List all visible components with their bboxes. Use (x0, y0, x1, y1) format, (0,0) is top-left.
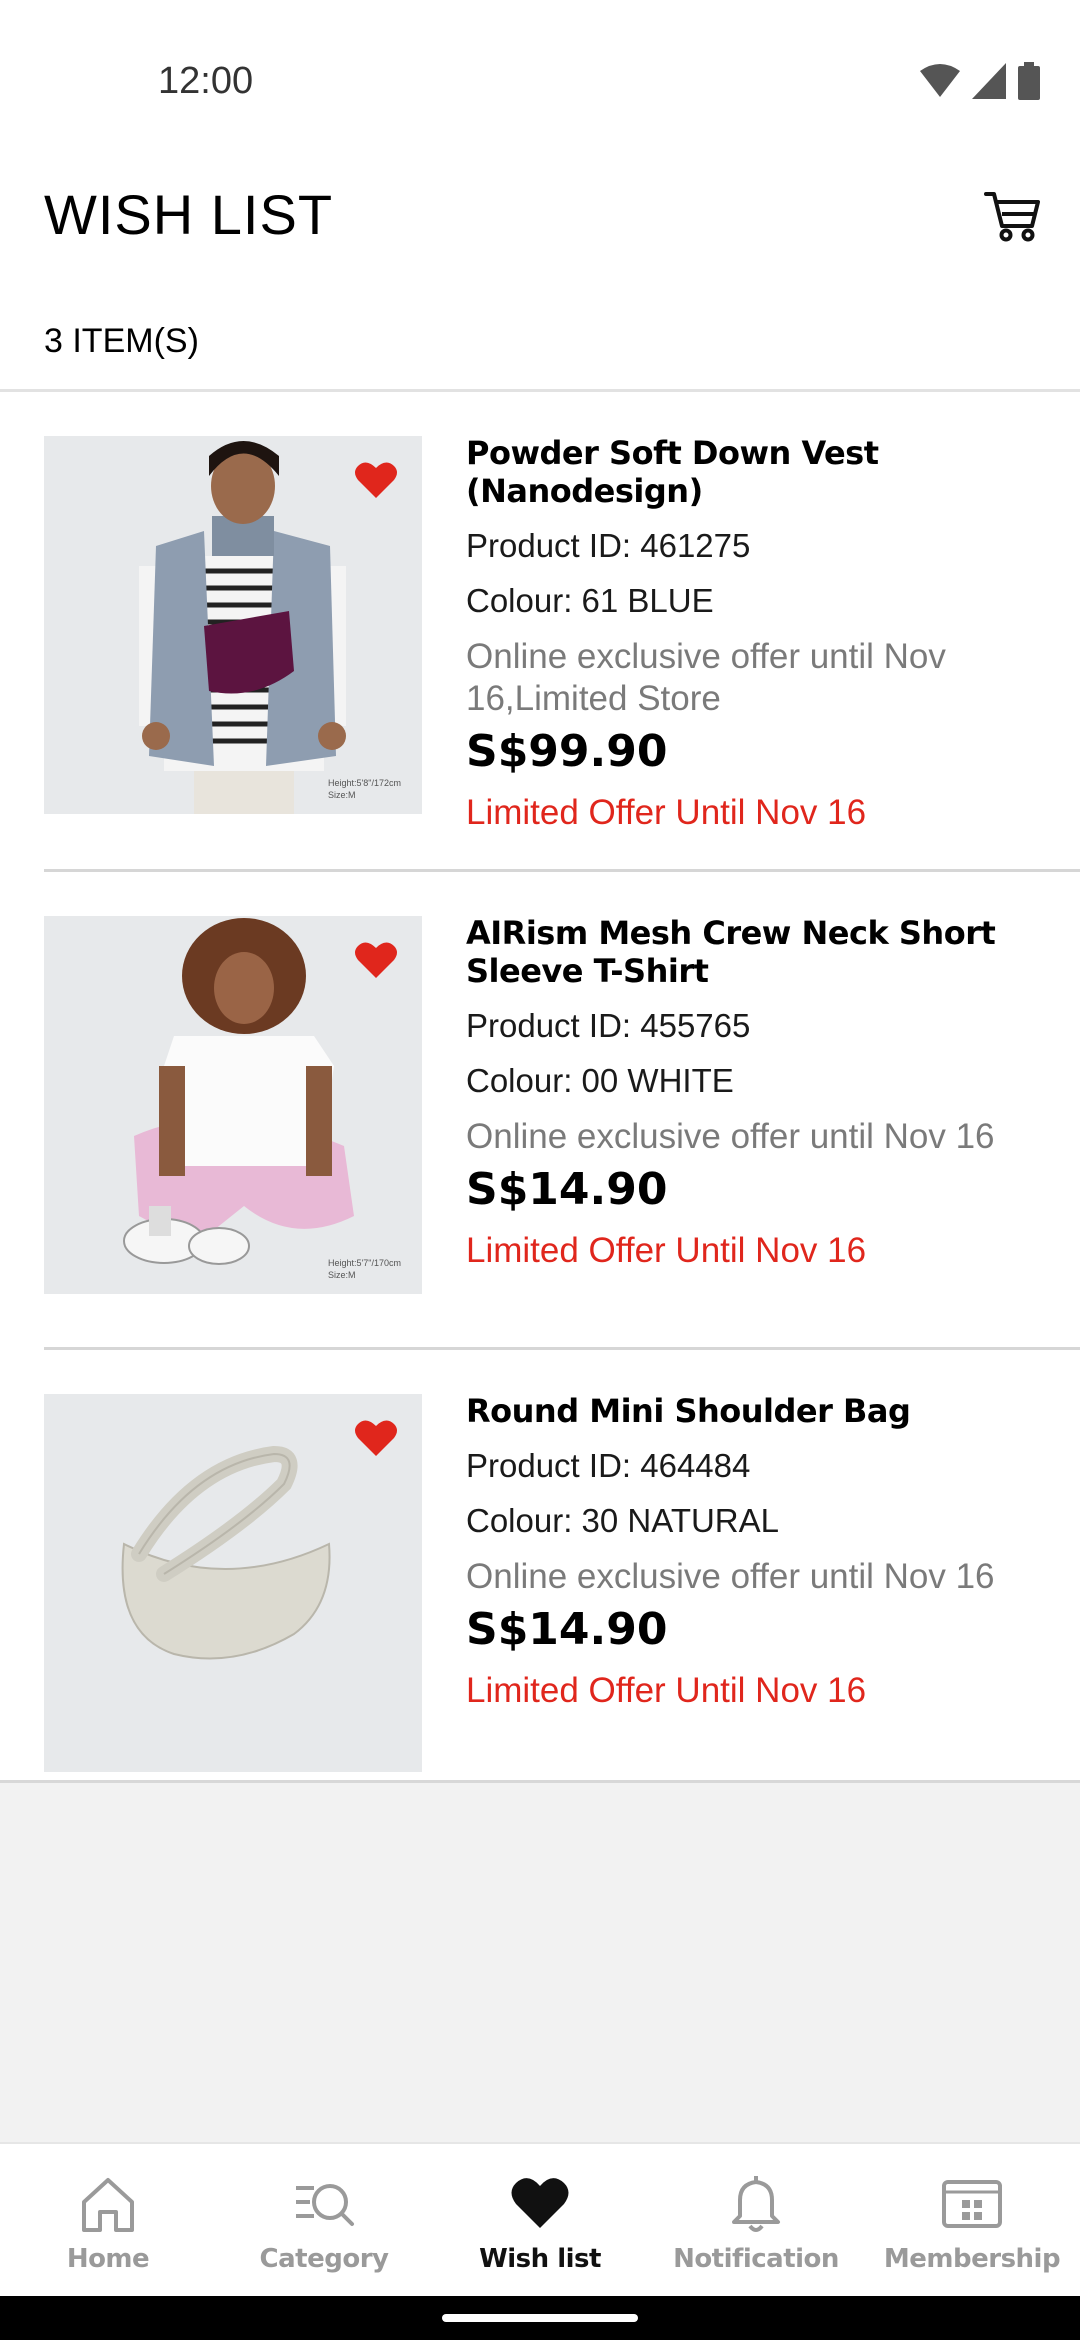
product-id: Product ID: 455765 (466, 1007, 751, 1044)
product-id: Product ID: 461275 (466, 527, 751, 564)
wishlist-item[interactable]: Round Mini Shoulder Bag Product ID: 4644… (0, 1350, 1080, 1780)
product-image[interactable] (44, 1394, 422, 1772)
remove-favorite-button[interactable] (354, 1418, 398, 1458)
item-count-bar: 3 ITEM(S) (0, 300, 1080, 392)
heart-icon (355, 462, 397, 498)
heart-icon (355, 1420, 397, 1456)
product-name[interactable]: Round Mini Shoulder Bag (466, 1392, 1050, 1430)
product-colour: Colour: 00 WHITE (466, 1062, 734, 1099)
promo-text: Limited Offer Until Nov 16 (466, 1231, 867, 1270)
nav-label: Category (259, 2244, 389, 2274)
product-name[interactable]: Powder Soft Down Vest (Nanodesign) (466, 434, 1050, 510)
heart-icon (355, 942, 397, 978)
nav-home[interactable]: Home (0, 2144, 216, 2296)
offer-text: Online exclusive offer until Nov 16 (466, 1117, 995, 1156)
app-header: WISH LIST (0, 160, 1080, 300)
product-price: S$99.90 (466, 726, 668, 777)
svg-text:Height:5'7"/170cm: Height:5'7"/170cm (328, 1258, 401, 1268)
product-colour: Colour: 30 NATURAL (466, 1502, 780, 1539)
svg-text:Size:M: Size:M (328, 1270, 356, 1280)
product-colour: Colour: 61 BLUE (466, 582, 714, 619)
product-price: S$14.90 (466, 1604, 668, 1655)
nav-membership[interactable]: Membership (864, 2144, 1080, 2296)
promo-text: Limited Offer Until Nov 16 (466, 793, 867, 832)
item-count: 3 ITEM(S) (44, 322, 199, 360)
status-bar: 12:00 (0, 0, 1080, 160)
membership-card-icon (942, 2180, 1002, 2228)
wishlist-list: Height:5'8"/172cm Size:M Powder Soft Dow… (0, 392, 1080, 1783)
svg-text:Size:M: Size:M (328, 790, 356, 800)
cart-icon (984, 192, 1040, 242)
product-id: Product ID: 464484 (466, 1447, 751, 1484)
offer-text: Online exclusive offer until Nov 16,Limi… (466, 637, 946, 718)
nav-notification[interactable]: Notification (648, 2144, 864, 2296)
nav-label: Notification (673, 2244, 839, 2274)
nav-label: Wish list (479, 2244, 601, 2274)
product-price: S$14.90 (466, 1164, 668, 1215)
item-info: Powder Soft Down Vest (Nanodesign) Produ… (466, 434, 1050, 834)
bell-icon (732, 2176, 780, 2232)
wishlist-item[interactable]: Height:5'8"/172cm Size:M Powder Soft Dow… (0, 392, 1080, 872)
system-gesture-bar (0, 2296, 1080, 2340)
product-image[interactable]: Height:5'8"/172cm Size:M (44, 436, 422, 814)
status-time: 12:00 (158, 60, 254, 102)
category-search-icon (296, 2184, 354, 2226)
item-info: AIRism Mesh Crew Neck Short Sleeve T-Shi… (466, 914, 1050, 1272)
product-image[interactable]: Height:5'7"/170cm Size:M (44, 916, 422, 1294)
signal-icon (972, 63, 1006, 99)
home-gesture-handle[interactable] (442, 2314, 638, 2322)
bottom-navigation: Home Category Wish list Notification Mem… (0, 2142, 1080, 2296)
offer-text: Online exclusive offer until Nov 16 (466, 1557, 995, 1596)
heart-icon (511, 2178, 569, 2228)
home-icon (82, 2178, 134, 2232)
item-info: Round Mini Shoulder Bag Product ID: 4644… (466, 1392, 1050, 1712)
nav-label: Membership (883, 2244, 1061, 2274)
nav-label: Home (66, 2244, 150, 2274)
product-name[interactable]: AIRism Mesh Crew Neck Short Sleeve T-Shi… (466, 914, 1050, 990)
page-title: WISH LIST (44, 183, 334, 246)
svg-text:Height:5'8"/172cm: Height:5'8"/172cm (328, 778, 401, 788)
cart-button[interactable] (980, 182, 1044, 246)
wishlist-item[interactable]: Height:5'7"/170cm Size:M AIRism Mesh Cre… (0, 872, 1080, 1350)
nav-wishlist[interactable]: Wish list (432, 2144, 648, 2296)
nav-category[interactable]: Category (216, 2144, 432, 2296)
wifi-icon (920, 64, 960, 97)
remove-favorite-button[interactable] (354, 460, 398, 500)
remove-favorite-button[interactable] (354, 940, 398, 980)
promo-text: Limited Offer Until Nov 16 (466, 1671, 867, 1710)
status-icons (920, 62, 1040, 100)
battery-icon (1018, 62, 1040, 100)
